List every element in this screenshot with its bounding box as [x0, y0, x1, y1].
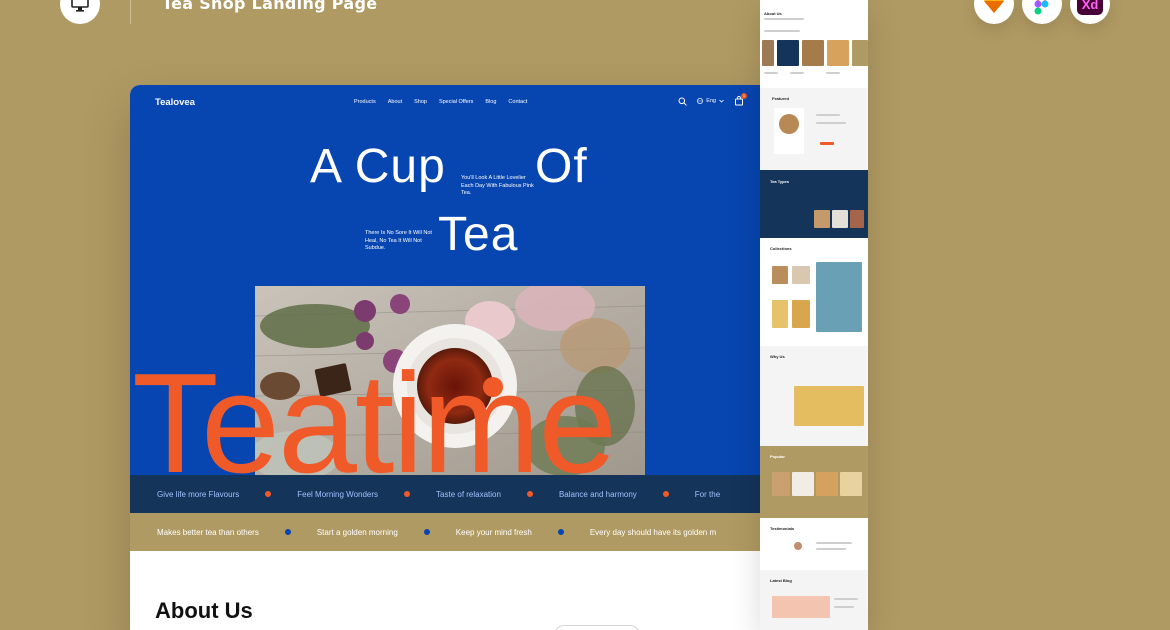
brand-logo[interactable]: Tealovea [155, 97, 195, 108]
ticker-top-item: For the [694, 489, 721, 499]
hero-word-a-cup: A Cup [310, 140, 446, 193]
ticker-top-item: Feel Morning Wonders [297, 489, 379, 499]
ticker-bottom-item: Keep your mind fresh [455, 527, 532, 537]
xd-icon: Xd [1070, 0, 1110, 24]
preview-why-us: Why Us [760, 346, 868, 446]
preview-section-label: Tea Types [770, 179, 789, 184]
hero-big-word: Teatime [132, 344, 617, 476]
preview-tea-types: Tea Types [760, 170, 868, 238]
ticker-bottom-item: Every day should have its golden m [589, 527, 717, 537]
preview-about: About Us [760, 0, 868, 88]
chevron-down-icon [719, 99, 724, 103]
ticker-top-item: Balance and harmony [558, 489, 637, 499]
preview-collections: Collections [760, 238, 868, 346]
nav-links: Products About Shop Special Offers Blog … [354, 99, 527, 105]
ticker-top-item: Taste of relaxation [436, 489, 501, 499]
desktop-icon [60, 0, 100, 24]
hero-tagline-right: You'll Look A Little Lovelier Each Day W… [461, 175, 534, 196]
ticker-bottom: Makes better tea than others Start a gol… [130, 513, 770, 551]
about-section-pill[interactable] [554, 625, 640, 630]
preview-section-label: Latest Blog [770, 578, 792, 583]
preview-section-label: Popular [770, 454, 785, 459]
sketch-icon [974, 0, 1014, 24]
ticker-top-item: Give life more Flavours [157, 489, 240, 499]
preview-section-label: Testimonials [770, 526, 795, 531]
landing-page-mockup: Tealovea Products About Shop Special Off… [130, 85, 770, 630]
site-navbar: Tealovea Products About Shop Special Off… [130, 85, 770, 119]
preview-section-label: Collections [770, 246, 792, 251]
figma-icon [1022, 0, 1062, 24]
header-divider [130, 0, 131, 24]
hero-accent-dot [483, 377, 503, 397]
nav-link-products[interactable]: Products [354, 99, 376, 105]
hero-section: Tealovea Products About Shop Special Off… [130, 85, 770, 475]
page-preview-strip: About Us Featured Tea Types Collections [760, 0, 868, 630]
language-label: Eng [706, 98, 716, 104]
preview-popular: Popular [760, 446, 868, 518]
globe-icon [697, 98, 704, 104]
preview-section-label: Why Us [770, 354, 785, 359]
ticker-bottom-item: Makes better tea than others [157, 527, 259, 537]
cart-count-badge: 1 [741, 93, 747, 99]
nav-link-contact[interactable]: Contact [508, 99, 527, 105]
about-section-title: About Us [155, 598, 253, 623]
nav-link-blog[interactable]: Blog [485, 99, 496, 105]
page-title: Tea Shop Landing Page [162, 0, 378, 13]
hero-tagline-left: There Is No Sore It Will Not Heal, No Te… [365, 230, 432, 251]
preview-featured: Featured [760, 88, 868, 170]
search-icon[interactable] [678, 97, 688, 106]
nav-link-shop[interactable]: Shop [414, 99, 427, 105]
cart-button[interactable]: 1 [734, 93, 747, 106]
preview-testimonials: Testimonials [760, 518, 868, 570]
nav-link-about[interactable]: About [388, 99, 402, 105]
hero-word-of: Of [535, 140, 588, 193]
ticker-top: Give life more Flavours Feel Morning Won… [130, 475, 770, 513]
preview-section-label: About Us [764, 11, 782, 16]
nav-actions: Eng 1 [678, 93, 747, 106]
nav-link-special-offers[interactable]: Special Offers [439, 99, 473, 105]
xd-icon-label: Xd [1077, 0, 1103, 15]
language-selector[interactable]: Eng [697, 98, 724, 104]
hero-word-tea: Tea [438, 208, 519, 261]
ticker-bottom-item: Start a golden morning [316, 527, 398, 537]
preview-latest-blog: Latest Blog [760, 570, 868, 630]
preview-section-label: Featured [772, 96, 789, 101]
